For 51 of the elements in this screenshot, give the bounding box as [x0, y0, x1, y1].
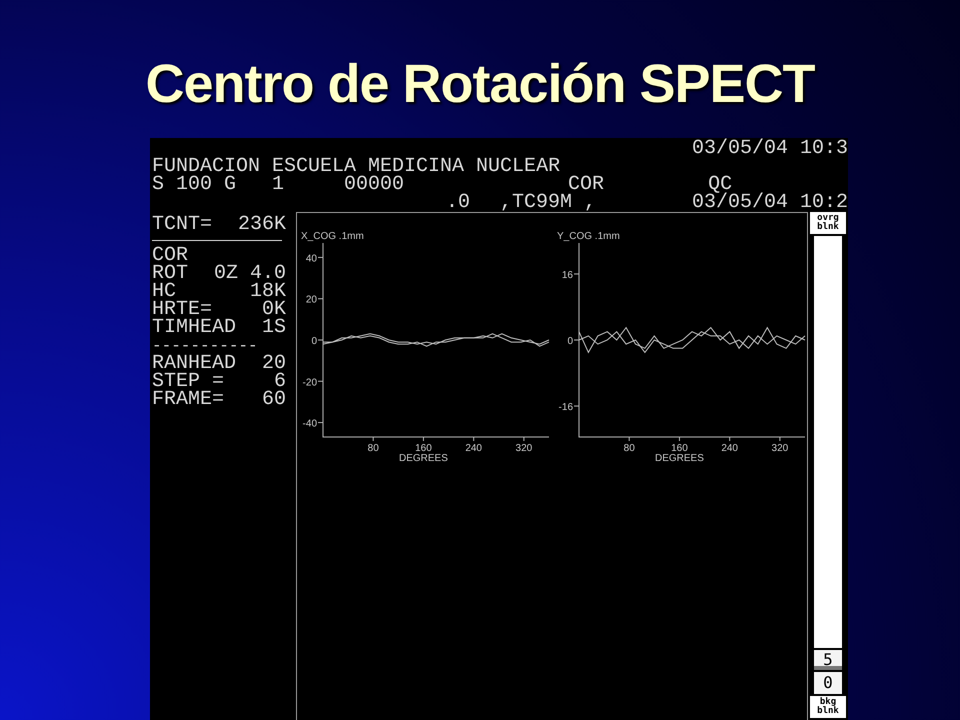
parameter-value: 18K	[250, 283, 286, 301]
scale-max-value: 5	[814, 650, 842, 670]
x-axis-label: DEGREES	[399, 453, 448, 464]
separator-dashes: -----------	[152, 337, 259, 355]
y-tick-label: 40	[306, 253, 317, 264]
study-code: S 100 G 1	[152, 176, 284, 194]
parameter-value: 0K	[262, 301, 286, 319]
parameter-label: FRAME=	[152, 391, 224, 409]
x-tick-label: 80	[624, 443, 635, 454]
overrange-label: ovrg blnk	[810, 212, 846, 234]
parameter-value: 60	[262, 391, 286, 409]
study-code: 00000	[344, 176, 404, 194]
x-tick-label: 160	[671, 443, 688, 454]
x-tick-label: 320	[516, 443, 532, 454]
x-axis-label: DEGREES	[655, 453, 704, 464]
y-tick-label: 20	[306, 294, 317, 306]
y-tick-label: -20	[302, 377, 317, 388]
x-tick-label: 240	[465, 443, 482, 454]
parameter-label: ROT	[152, 265, 188, 283]
y-tick-label: 0	[311, 336, 317, 347]
parameter-label: HRTE=	[152, 301, 212, 319]
x-tick-label: 160	[415, 443, 432, 454]
isotope-label: ,TC99M ,	[500, 194, 596, 212]
x-tick-label: 80	[368, 443, 379, 454]
scale-min-value: 0	[814, 672, 842, 694]
parameter-label: TCNT=	[152, 216, 212, 234]
study-type: COR	[568, 176, 604, 194]
parameter-label: HC	[152, 283, 176, 301]
y-tick-label: 0	[567, 336, 573, 347]
parameter-value: 236K	[238, 216, 286, 234]
chart-title: Y_COG .1mm	[557, 231, 620, 242]
study-type: QC	[708, 176, 732, 194]
parameter-label: TIMHEAD	[152, 319, 236, 337]
x-tick-label: 240	[721, 443, 738, 454]
timestamp: 03/05/04 10:3	[692, 140, 848, 158]
parameter-label: COR	[152, 247, 188, 265]
parameter-value: 0Z 4.0	[214, 265, 286, 283]
parameter-value: 6	[274, 373, 286, 391]
y-tick-label: 16	[562, 270, 573, 281]
parameter-value: 1S	[262, 319, 286, 337]
energy-value: .0	[446, 194, 470, 212]
parameter-label: RANHEAD	[152, 355, 236, 373]
y-tick-label: -16	[558, 402, 573, 414]
parameter-label: STEP =	[152, 373, 224, 391]
slide-title: Centro de Rotación SPECT	[145, 54, 815, 114]
x-tick-label: 320	[772, 443, 788, 454]
chart-title: X_COG .1mm	[301, 231, 364, 242]
background-label: bkg blnk	[810, 696, 846, 718]
parameter-value: 20	[262, 355, 286, 373]
timestamp: 03/05/04 10:2	[692, 194, 848, 212]
y-tick-label: -40	[302, 418, 317, 430]
